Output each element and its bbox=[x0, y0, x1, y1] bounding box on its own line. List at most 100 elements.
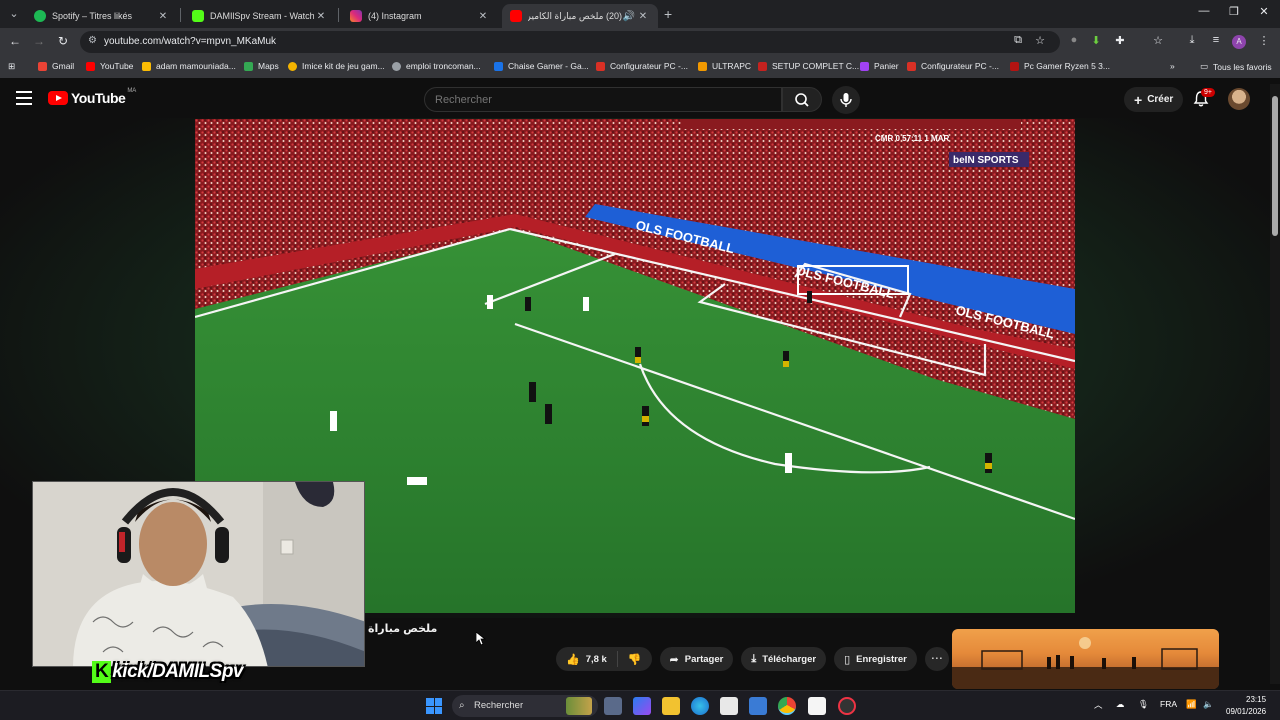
bookmark-emploi[interactable]: emploi troncoman... bbox=[392, 61, 481, 71]
task-view-icon[interactable] bbox=[604, 697, 622, 715]
bookmark-label: Chaise Gamer - Ga... bbox=[508, 61, 589, 71]
country-code: MA bbox=[127, 88, 137, 94]
profile-avatar-icon[interactable]: A bbox=[1232, 35, 1246, 49]
close-icon[interactable]: ✕ bbox=[314, 11, 328, 22]
close-icon[interactable]: ✕ bbox=[156, 11, 170, 22]
tab-spotify[interactable]: Spotify – Titres likés ✕ bbox=[26, 4, 178, 28]
app-icon[interactable] bbox=[749, 697, 767, 715]
like-dislike-group: 👍 7,8 k 👎 bbox=[556, 647, 652, 671]
tab-label: (4) Instagram bbox=[368, 11, 422, 21]
scrollbar-thumb[interactable] bbox=[1272, 96, 1278, 236]
edge-browser-icon[interactable] bbox=[691, 697, 709, 715]
close-icon[interactable]: ✕ bbox=[636, 11, 650, 22]
youtube-logo[interactable]: YouTube MA bbox=[48, 88, 137, 106]
more-actions-icon[interactable]: ⋯ bbox=[924, 647, 949, 671]
reading-list-icon[interactable]: ☆ bbox=[1150, 34, 1166, 47]
app-icon[interactable] bbox=[808, 697, 826, 715]
save-label: Enregistrer bbox=[856, 653, 907, 665]
bookmark-gmail[interactable]: Gmail bbox=[38, 61, 74, 71]
kick-tag-text: kick/DAMILSpv bbox=[112, 660, 243, 682]
bookmark-youtube[interactable]: YouTube bbox=[86, 61, 133, 71]
windows-start-icon[interactable] bbox=[426, 698, 442, 714]
all-bookmarks[interactable]: ▭ Tous les favoris bbox=[1200, 61, 1272, 72]
bookmark-star-icon[interactable]: ☆ bbox=[1032, 34, 1048, 47]
bookmark-ultrapc[interactable]: ULTRAPC bbox=[698, 61, 751, 71]
bookmark-imice[interactable]: Imice kit de jeu gam... bbox=[288, 61, 385, 71]
bookmark-favicon bbox=[907, 61, 916, 71]
bookmark-configurateur[interactable]: Configurateur PC -... bbox=[596, 61, 688, 71]
tab-youtube-active[interactable]: (20) ملخص مباراة الكاميرون 🔊 ✕ bbox=[502, 4, 658, 28]
tab-kick[interactable]: DAMIlSpv Stream - Watch Live ✕ bbox=[184, 4, 336, 28]
bookmark-pc-gamer[interactable]: Pc Gamer Ryzen 5 3... bbox=[1010, 61, 1110, 71]
bookmark-panier[interactable]: Panier bbox=[860, 61, 899, 71]
create-label: Créer bbox=[1147, 94, 1174, 105]
chrome-icon[interactable] bbox=[778, 697, 796, 715]
download-extension-icon[interactable]: ⬇ bbox=[1088, 34, 1104, 47]
close-icon[interactable]: ✕ bbox=[476, 11, 490, 22]
bookmarks-overflow-icon[interactable]: » bbox=[1170, 61, 1175, 71]
search-button[interactable] bbox=[782, 87, 822, 112]
media-control-icon[interactable]: ≡ bbox=[1208, 34, 1224, 46]
widgets-icon[interactable] bbox=[633, 697, 651, 715]
window-close-button[interactable]: ✕ bbox=[1254, 5, 1274, 18]
download-button[interactable]: ⤓ Télécharger bbox=[741, 647, 827, 671]
create-button[interactable]: + Créer bbox=[1124, 87, 1184, 112]
address-bar[interactable]: ⚙ youtube.com/watch?v=mpvn_MKaMuk bbox=[80, 31, 1060, 53]
forward-button[interactable]: → bbox=[30, 34, 48, 48]
site-info-icon[interactable]: ⚙ bbox=[88, 35, 97, 46]
language-indicator[interactable]: FRA bbox=[1160, 699, 1177, 709]
dislike-button[interactable]: 👎 bbox=[618, 653, 652, 666]
share-button[interactable]: ➦ Partager bbox=[659, 647, 734, 671]
save-button[interactable]: ▯ Enregistrer bbox=[834, 647, 917, 671]
new-tab-button[interactable]: + bbox=[664, 6, 672, 22]
system-clock[interactable]: 23:15 09/01/2026 bbox=[1226, 694, 1266, 718]
browser-menu-icon[interactable]: ⋮ bbox=[1256, 34, 1272, 47]
tab-label: (20) ملخص مباراة الكاميرون bbox=[528, 10, 622, 21]
page-scrollbar[interactable] bbox=[1270, 84, 1280, 684]
back-button[interactable]: ← bbox=[6, 34, 24, 48]
bookmark-setup[interactable]: SETUP COMPLET C... bbox=[758, 61, 859, 71]
tab-search-icon[interactable]: ⌄ bbox=[4, 4, 24, 24]
install-app-icon[interactable]: ⧉ bbox=[1010, 34, 1026, 47]
search-icon: ⌕ bbox=[459, 700, 465, 711]
logo-text: YouTube bbox=[71, 90, 126, 106]
file-explorer-icon[interactable] bbox=[662, 697, 680, 715]
bookmark-label: Configurateur PC -... bbox=[921, 61, 999, 71]
bookmark-favicon bbox=[494, 61, 503, 71]
extensions-puzzle-icon[interactable]: ✚ bbox=[1112, 34, 1128, 47]
bookmark-maps[interactable]: Maps bbox=[244, 61, 279, 71]
scoreboard: CMR 0 57:11 1 MAR bbox=[875, 134, 949, 143]
bookmark-adam[interactable]: adam mamouniada... bbox=[142, 61, 236, 71]
search-input[interactable] bbox=[435, 94, 755, 106]
tab-divider bbox=[180, 8, 181, 22]
bookmark-favicon bbox=[758, 61, 767, 71]
menu-icon[interactable] bbox=[16, 91, 32, 109]
speaker-icon[interactable]: 🔊 bbox=[622, 11, 636, 22]
recommended-video-thumbnail[interactable] bbox=[952, 629, 1219, 689]
tray-overflow-icon[interactable]: ︿ bbox=[1094, 699, 1103, 711]
extension-icon[interactable]: ● bbox=[1066, 34, 1082, 46]
apps-grid-icon[interactable]: ⊞ bbox=[8, 61, 15, 72]
voice-search-button[interactable] bbox=[832, 86, 860, 114]
mouse-cursor-icon bbox=[476, 632, 486, 646]
bookmark-configurateur-2[interactable]: Configurateur PC -... bbox=[907, 61, 999, 71]
search-highlight-icon[interactable] bbox=[566, 697, 592, 715]
microsoft-store-icon[interactable] bbox=[720, 697, 738, 715]
like-button[interactable]: 👍 7,8 k bbox=[556, 651, 618, 667]
volume-icon[interactable]: 🔈 bbox=[1203, 699, 1214, 710]
bookmark-chaise[interactable]: Chaise Gamer - Ga... bbox=[494, 61, 589, 71]
tray-app-icon[interactable]: ☁ bbox=[1116, 699, 1125, 710]
app-icon[interactable] bbox=[838, 697, 856, 715]
downloads-icon[interactable]: ⤓ bbox=[1184, 34, 1200, 47]
share-icon: ➦ bbox=[669, 653, 679, 666]
like-count: 7,8 k bbox=[585, 653, 607, 665]
microphone-icon[interactable]: 🎙 bbox=[1138, 699, 1149, 710]
bookmarks-bar: ⊞ Gmail YouTube adam mamouniada... Maps … bbox=[0, 56, 1280, 78]
minimize-button[interactable]: — bbox=[1194, 5, 1214, 17]
wifi-icon[interactable]: 📶 bbox=[1186, 699, 1197, 710]
search-icon bbox=[795, 93, 809, 107]
account-avatar[interactable] bbox=[1228, 88, 1250, 110]
tab-instagram[interactable]: (4) Instagram ✕ bbox=[342, 4, 498, 28]
reload-button[interactable]: ↻ bbox=[54, 34, 72, 48]
maximize-button[interactable]: ❐ bbox=[1224, 5, 1244, 18]
